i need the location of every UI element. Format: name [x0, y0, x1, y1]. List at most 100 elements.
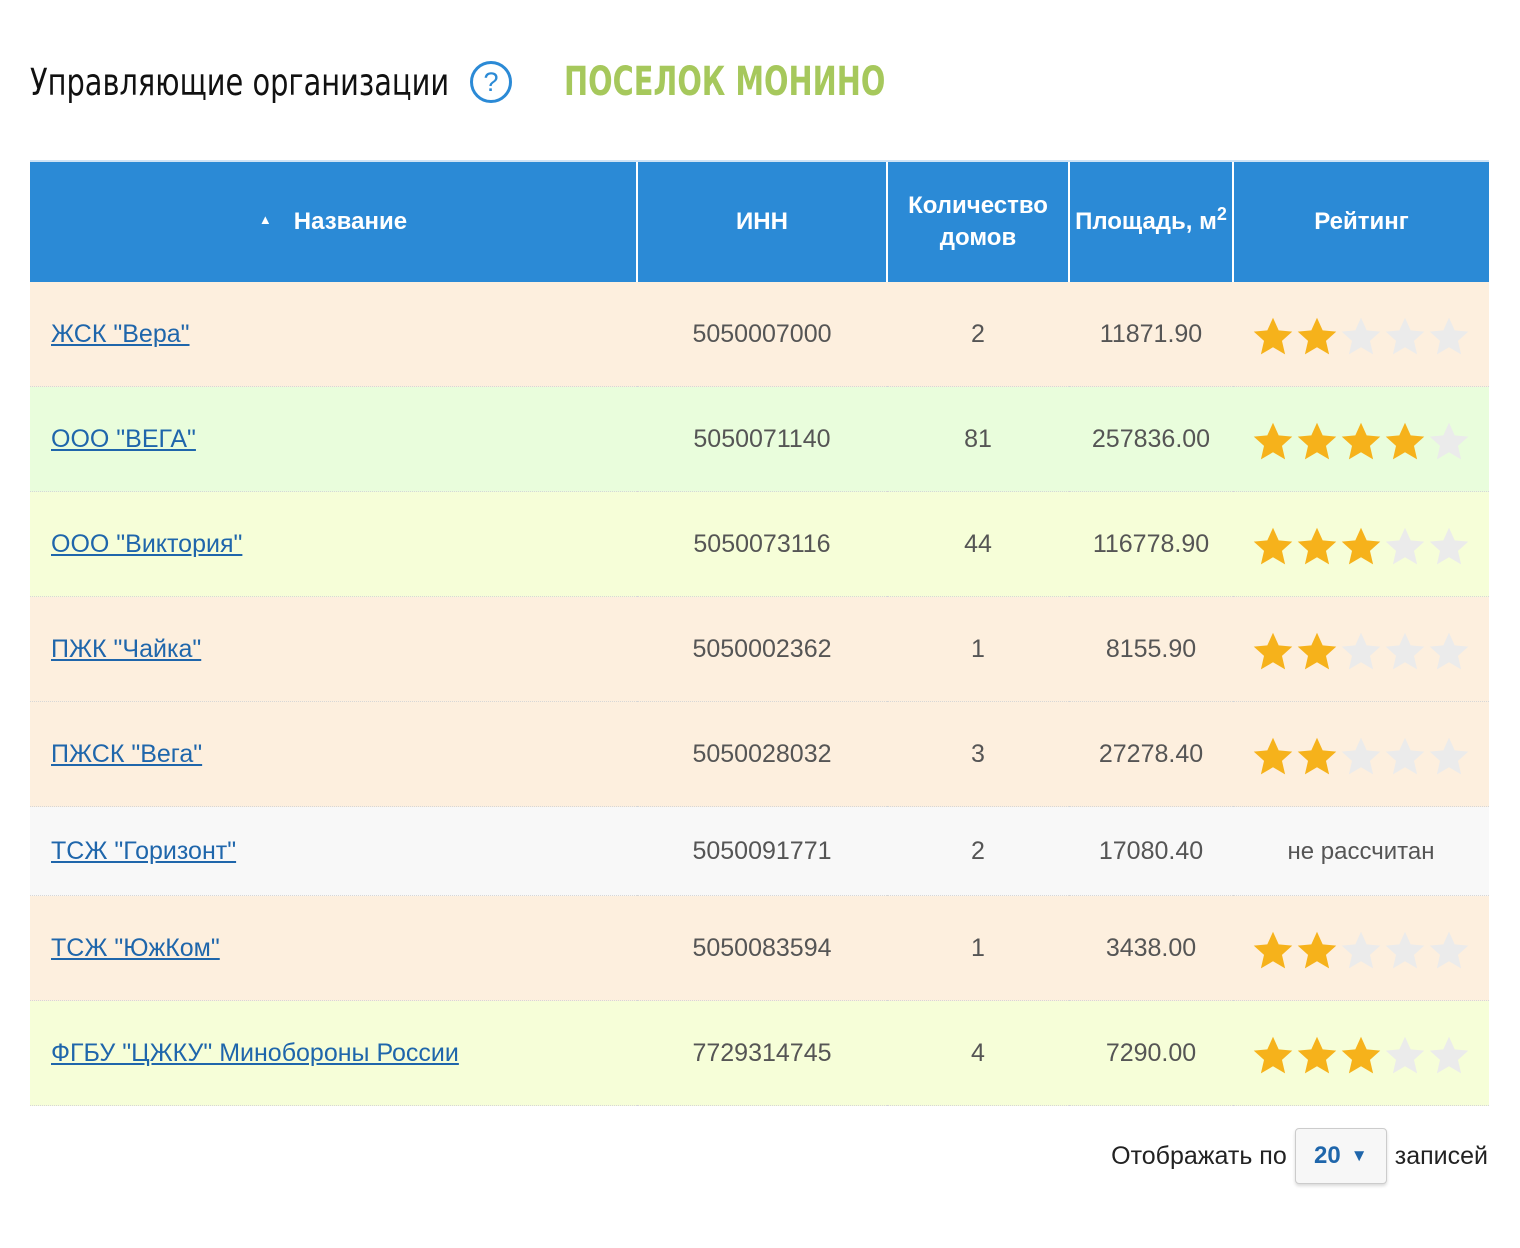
page-size-value: 20 [1313, 1142, 1341, 1169]
page-title: Управляющие организации [30, 60, 450, 104]
inn-cell: 5050073116 [637, 491, 887, 597]
star-empty-icon [1385, 737, 1425, 775]
star-filled-icon [1385, 422, 1425, 460]
area-cell: 27278.40 [1069, 701, 1233, 807]
area-unit-superscript: 2 [1216, 204, 1227, 224]
inn-cell: 5050007000 [637, 282, 887, 387]
column-header-rating[interactable]: Рейтинг [1232, 160, 1489, 282]
rating-stars [1233, 519, 1489, 569]
org-link[interactable]: ТСЖ "ЮжКом" [51, 934, 220, 962]
org-name-cell: ТСЖ "Горизонт" [30, 806, 637, 896]
star-empty-icon [1429, 422, 1469, 460]
org-link[interactable]: ПЖСК "Вега" [51, 740, 202, 768]
star-filled-icon [1253, 737, 1293, 775]
column-header-name[interactable]: ▲ Название [30, 160, 637, 282]
column-header-rating-label: Рейтинг [1314, 208, 1409, 235]
sort-ascending-icon: ▲ [258, 212, 272, 228]
rating-stars [1233, 729, 1489, 779]
rating-cell [1233, 596, 1489, 702]
star-empty-icon [1341, 632, 1381, 670]
rating-cell [1233, 386, 1489, 492]
star-empty-icon [1341, 317, 1381, 355]
rating-stars [1233, 414, 1489, 464]
table-row: ООО "Виктория" 5050073116 44 116778.90 [30, 491, 1489, 597]
column-header-area[interactable]: Площадь, м2 [1068, 160, 1233, 282]
star-filled-icon [1253, 422, 1293, 460]
organizations-table: ▲ Название ИНН Количество домов Площадь, … [30, 160, 1489, 1106]
org-link[interactable]: ФГБУ "ЦЖКУ" Минобороны России [51, 1039, 459, 1067]
area-cell: 3438.00 [1069, 895, 1233, 1001]
star-empty-icon [1385, 931, 1425, 969]
page-size-prefix: Отображать по [1111, 1141, 1287, 1170]
star-empty-icon [1341, 737, 1381, 775]
rating-cell [1233, 1000, 1489, 1106]
houses-cell: 2 [887, 282, 1069, 387]
rating-stars [1233, 1028, 1489, 1078]
help-icon[interactable]: ? [470, 61, 512, 103]
area-cell: 116778.90 [1069, 491, 1233, 597]
inn-cell: 7729314745 [637, 1000, 887, 1106]
table-header-row: ▲ Название ИНН Количество домов Площадь, … [30, 160, 1489, 282]
org-link[interactable]: ТСЖ "Горизонт" [51, 837, 236, 865]
column-header-houses[interactable]: Количество домов [886, 160, 1069, 282]
org-name-cell: ЖСК "Вера" [30, 282, 637, 387]
star-filled-icon [1253, 527, 1293, 565]
column-header-inn[interactable]: ИНН [636, 160, 887, 282]
star-filled-icon [1297, 422, 1337, 460]
star-filled-icon [1341, 527, 1381, 565]
rating-cell [1233, 895, 1489, 1001]
star-filled-icon [1253, 317, 1293, 355]
org-name-cell: ФГБУ "ЦЖКУ" Минобороны России [30, 1000, 637, 1106]
org-link[interactable]: ООО "Виктория" [51, 530, 242, 558]
houses-cell: 1 [887, 596, 1069, 702]
rating-stars [1233, 923, 1489, 973]
area-cell: 7290.00 [1069, 1000, 1233, 1106]
org-name-cell: ПЖСК "Вега" [30, 701, 637, 807]
table-row: ТСЖ "ЮжКом" 5050083594 1 3438.00 [30, 895, 1489, 1001]
star-filled-icon [1253, 931, 1293, 969]
org-link[interactable]: ООО "ВЕГА" [51, 425, 196, 453]
rating-stars [1233, 624, 1489, 674]
star-empty-icon [1429, 737, 1469, 775]
houses-cell: 44 [887, 491, 1069, 597]
star-filled-icon [1297, 527, 1337, 565]
star-empty-icon [1429, 527, 1469, 565]
page-header: Управляющие организации ? ПОСЕЛОК МОНИНО [30, 52, 1010, 112]
column-header-name-label: Название [293, 207, 408, 235]
table-row: ФГБУ "ЦЖКУ" Минобороны России 7729314745… [30, 1000, 1489, 1106]
star-filled-icon [1297, 1036, 1337, 1074]
area-cell: 11871.90 [1069, 282, 1233, 387]
inn-cell: 5050083594 [637, 895, 887, 1001]
table-row: ООО "ВЕГА" 5050071140 81 257836.00 [30, 386, 1489, 492]
rating-not-calculated: не рассчитан [1287, 837, 1435, 865]
houses-cell: 1 [887, 895, 1069, 1001]
table-row: ПЖСК "Вега" 5050028032 3 27278.40 [30, 701, 1489, 807]
houses-cell: 4 [887, 1000, 1069, 1106]
area-cell: 17080.40 [1069, 806, 1233, 896]
area-cell: 8155.90 [1069, 596, 1233, 702]
org-name-cell: ООО "Виктория" [30, 491, 637, 597]
org-link[interactable]: ПЖК "Чайка" [51, 635, 201, 663]
star-empty-icon [1385, 527, 1425, 565]
star-filled-icon [1297, 632, 1337, 670]
houses-cell: 3 [887, 701, 1069, 807]
star-empty-icon [1385, 1036, 1425, 1074]
page-size-select[interactable]: 20 ▼ [1294, 1128, 1387, 1184]
rating-cell: не рассчитан [1233, 806, 1489, 896]
star-filled-icon [1297, 737, 1337, 775]
rating-cell [1233, 701, 1489, 807]
column-header-area-label: Площадь, м [1075, 208, 1217, 235]
table-row: ТСЖ "Горизонт" 5050091771 2 17080.40 не … [30, 806, 1489, 896]
star-filled-icon [1253, 632, 1293, 670]
inn-cell: 5050028032 [637, 701, 887, 807]
column-header-houses-label: Количество домов [908, 192, 1048, 251]
inn-cell: 5050091771 [637, 806, 887, 896]
org-link[interactable]: ЖСК "Вера" [51, 320, 190, 348]
star-empty-icon [1385, 317, 1425, 355]
star-filled-icon [1341, 1036, 1381, 1074]
rating-stars [1233, 309, 1489, 359]
locality-title: ПОСЕЛОК МОНИНО [564, 59, 886, 105]
rating-cell [1233, 282, 1489, 387]
area-cell: 257836.00 [1069, 386, 1233, 492]
column-header-inn-label: ИНН [736, 208, 788, 235]
